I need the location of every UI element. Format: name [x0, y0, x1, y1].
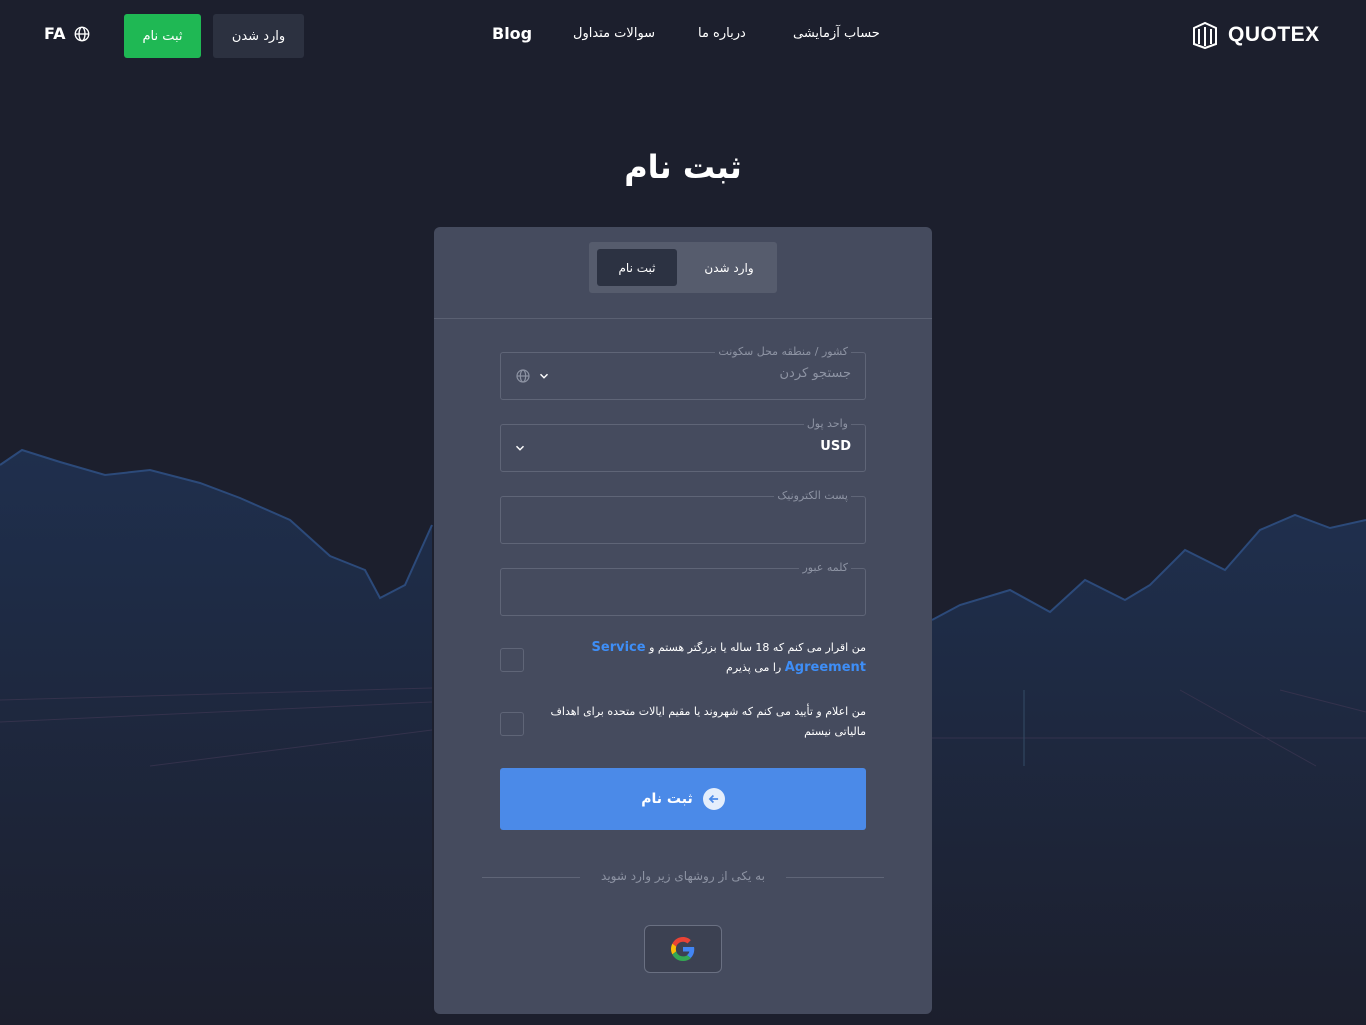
email-field[interactable]: پست الکترونیک — [500, 489, 866, 544]
us-citizen-row: من اعلام و تأیید می کنم که شهروند یا مقی… — [500, 702, 866, 746]
google-login-button[interactable] — [644, 925, 722, 973]
us-citizen-text: من اعلام و تأیید می کنم که شهروند یا مقی… — [550, 705, 866, 738]
quotex-logo[interactable]: QUOTEX — [1190, 20, 1320, 50]
social-divider: به یکی از روشهای زیر وارد شوید — [482, 869, 884, 885]
agreement-text: من اقرار می کنم که 18 ساله یا بزرگتر هست… — [546, 638, 866, 678]
globe-icon — [75, 26, 90, 41]
globe-icon — [516, 369, 530, 383]
register-button[interactable]: ثبت نام — [124, 14, 201, 58]
chevron-down-icon[interactable] — [537, 369, 551, 383]
divider-line-right — [786, 877, 884, 878]
social-divider-text: به یکی از روشهای زیر وارد شوید — [601, 869, 765, 883]
top-header: FA ثبت نام وارد شدن Blog سوالات متداول د… — [0, 0, 1366, 72]
page-title: ثبت نام — [624, 148, 742, 186]
country-field[interactable]: کشور / منطقه محل سکونت — [500, 345, 866, 400]
country-label: کشور / منطقه محل سکونت — [715, 345, 851, 358]
login-button[interactable]: وارد شدن — [213, 14, 304, 58]
tab-register[interactable]: ثبت نام — [597, 249, 677, 286]
nav-about[interactable]: درباره ما — [698, 26, 746, 41]
card-divider — [434, 318, 932, 319]
currency-label: واحد پول — [803, 417, 851, 430]
us-citizen-checkbox[interactable] — [500, 712, 524, 736]
nav-demo-account[interactable]: حساب آزمایشی — [793, 26, 880, 41]
agreement-text-after: را می پذیرم — [726, 661, 782, 674]
country-search-input[interactable] — [551, 366, 851, 381]
password-label: کلمه عبور — [799, 561, 851, 574]
language-selector[interactable]: FA — [44, 24, 91, 43]
language-code: FA — [44, 24, 66, 43]
password-field[interactable]: کلمه عبور — [500, 561, 866, 616]
nav-faq[interactable]: سوالات متداول — [573, 26, 655, 41]
submit-label: ثبت نام — [641, 791, 693, 807]
currency-value: USD — [820, 439, 851, 454]
logo-text: QUOTEX — [1228, 23, 1320, 46]
google-icon — [671, 937, 695, 961]
arrow-left-icon — [702, 788, 725, 810]
tab-login[interactable]: وارد شدن — [689, 249, 769, 286]
agreement-text-before: من اقرار می کنم که 18 ساله یا بزرگتر هست… — [649, 641, 866, 654]
password-input[interactable] — [551, 582, 851, 597]
nav-blog[interactable]: Blog — [492, 24, 532, 43]
email-label: پست الکترونیک — [774, 489, 851, 502]
agreement-checkbox[interactable] — [500, 648, 524, 672]
agreement-row: من اقرار می کنم که 18 ساله یا بزرگتر هست… — [500, 638, 866, 682]
auth-tabs: ثبت نام وارد شدن — [589, 242, 777, 293]
logo-icon — [1193, 21, 1217, 50]
currency-select[interactable]: واحد پول USD — [500, 417, 866, 472]
chevron-down-icon[interactable] — [513, 441, 527, 455]
email-input[interactable] — [551, 510, 851, 525]
submit-register-button[interactable]: ثبت نام — [500, 768, 866, 830]
auth-card: ثبت نام وارد شدن کشور / منطقه محل سکونت … — [434, 227, 932, 1014]
